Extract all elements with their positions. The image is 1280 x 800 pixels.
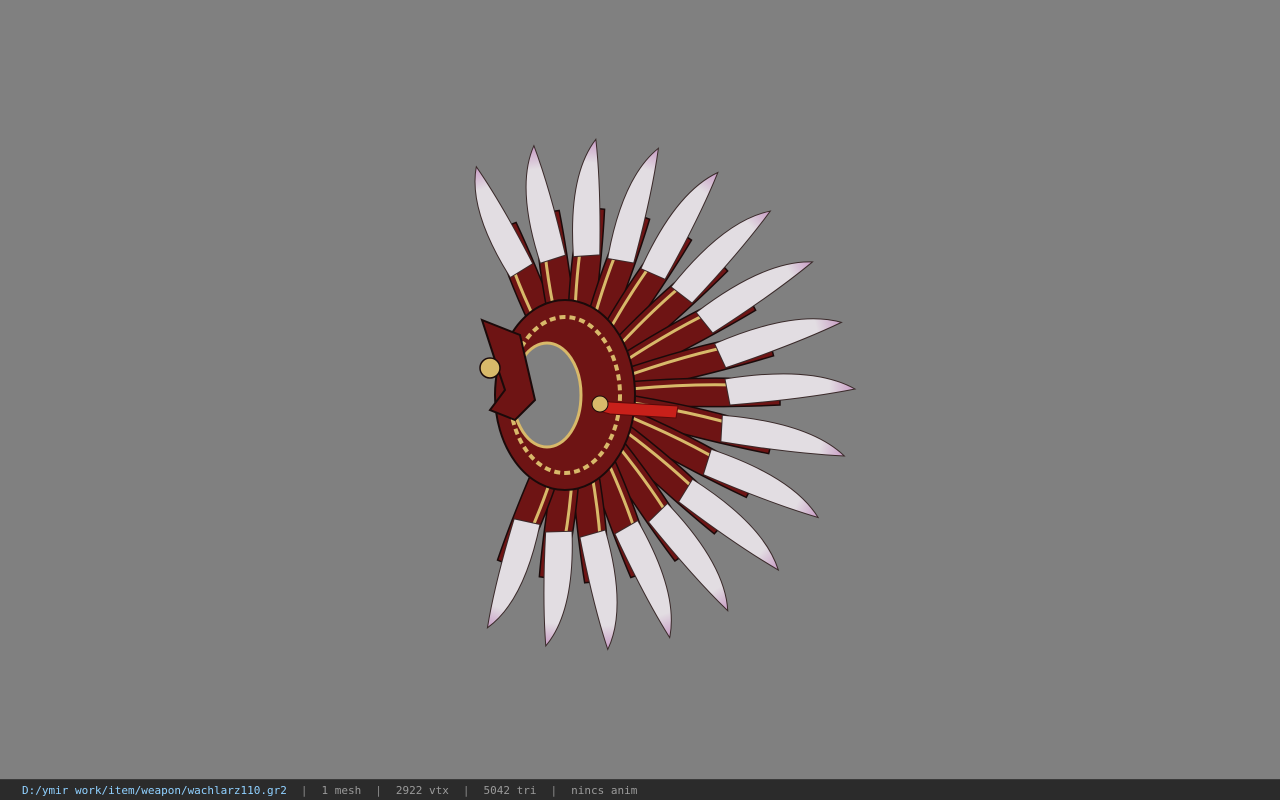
blade-edge: [579, 529, 618, 651]
triangle-count: 5042 tri: [483, 783, 537, 797]
vertex-count: 2922 vtx: [395, 783, 449, 797]
blade-edge: [543, 530, 573, 648]
model-file-path: D:/ymir work/item/weapon/wachlarz110.gr2: [22, 783, 287, 797]
fan-weapon-model: [474, 138, 857, 651]
separator: |: [550, 783, 558, 797]
separator: |: [375, 783, 382, 797]
animation-status: nincs anim: [571, 783, 638, 797]
separator: |: [462, 783, 470, 797]
status-bar: D:/ymir work/item/weapon/wachlarz110.gr2…: [0, 779, 1280, 800]
separator: |: [300, 783, 308, 797]
tassel-knot: [591, 395, 609, 413]
blade-edge: [572, 138, 601, 258]
blade-edge: [724, 373, 857, 406]
handle-gem: [479, 357, 501, 379]
3d-viewport[interactable]: [0, 0, 1280, 779]
mesh-count: 1 mesh: [321, 783, 362, 797]
blade-edge: [474, 165, 534, 279]
